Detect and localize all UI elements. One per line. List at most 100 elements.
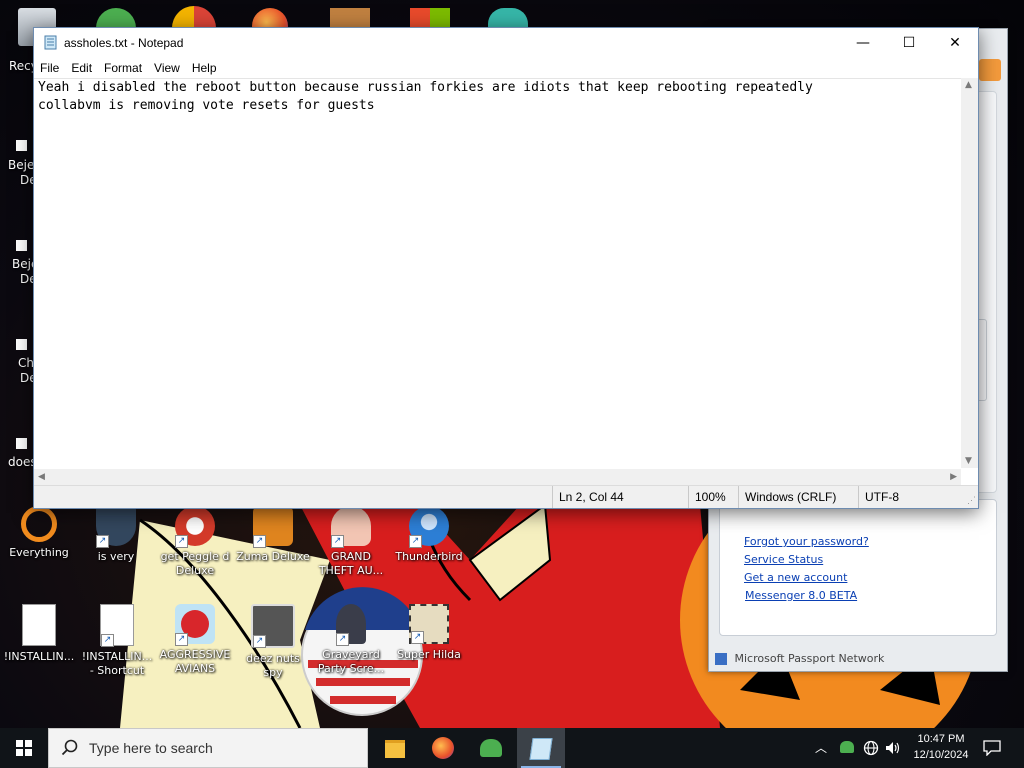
document-icon: ↗: [100, 604, 134, 647]
menu-file[interactable]: File: [34, 58, 65, 78]
network-icon[interactable]: [863, 740, 879, 756]
shortcut-arrow-icon: [16, 438, 27, 449]
maximize-button[interactable]: ☐: [886, 28, 932, 58]
text-editor-area[interactable]: Yeah i disabled the reboot button becaus…: [34, 78, 978, 468]
desktop-icon-label: AGGRESSIVE AVIANS: [159, 648, 231, 675]
taskbar-firefox[interactable]: [419, 728, 467, 768]
desktop-icon-label: Graveyard Party Scre...: [317, 648, 385, 675]
search-box[interactable]: Type here to search: [48, 728, 368, 768]
desktop-icon-peggle[interactable]: ↗ get Peggle d Deluxe: [157, 506, 233, 578]
menu-format[interactable]: Format: [98, 58, 148, 78]
forgot-password-link[interactable]: Forgot your password?: [744, 535, 869, 548]
notification-icon[interactable]: [983, 740, 1001, 756]
desktop-icon-super-hilda[interactable]: ↗ Super Hilda: [391, 604, 467, 662]
chevron-up-icon[interactable]: ︿: [815, 728, 827, 768]
shortcut-arrow-icon: ↗: [331, 535, 344, 548]
passport-icon: [715, 653, 727, 665]
windows-logo-icon: [16, 740, 32, 756]
zuma-icon: ↗: [253, 506, 293, 548]
desktop-icon-aggressive-avians[interactable]: ↗ AGGRESSIVE AVIANS: [157, 604, 233, 676]
desktop-icon-gta[interactable]: ↗ GRAND THEFT AU...: [313, 506, 389, 578]
shortcut-arrow-icon: [16, 240, 27, 251]
desktop-icon-label: is very: [97, 550, 135, 563]
desktop-icon-deez-nuts-spy[interactable]: ↗ deez nuts spy: [235, 604, 311, 680]
menu-help[interactable]: Help: [186, 58, 223, 78]
start-button[interactable]: [0, 728, 48, 768]
shortcut-arrow-icon: ↗: [336, 633, 349, 646]
firefox-icon: [432, 737, 454, 759]
minimize-button[interactable]: —: [840, 28, 886, 58]
desktop-icon-label: !INSTALLIN...: [3, 650, 75, 663]
status-line-endings: Windows (CRLF): [738, 486, 855, 508]
scroll-left-icon[interactable]: ◀: [38, 472, 45, 482]
clock[interactable]: 10:47 PM 12/10/2024: [906, 731, 976, 763]
notepad-icon: [44, 35, 57, 50]
passport-footer: Microsoft Passport Network: [715, 652, 884, 665]
shortcut-arrow-icon: [16, 339, 27, 350]
scroll-down-icon[interactable]: ▼: [965, 456, 972, 466]
shortcut-arrow-icon: ↗: [96, 535, 109, 548]
voted-sticker-icon: ↗: [336, 604, 366, 646]
desktop-icon-label: !INSTALLIN... - Shortcut: [81, 650, 153, 677]
notepad-icon: [529, 738, 553, 760]
thunderbird-icon: ↗: [409, 506, 449, 548]
window-title: assholes.txt - Notepad: [64, 36, 184, 50]
messenger-beta-link[interactable]: Messenger 8.0 BETA: [745, 589, 857, 602]
desktop-icon-graveyard[interactable]: ↗ Graveyard Party Scre...: [313, 604, 389, 676]
horizontal-scrollbar[interactable]: ◀ ▶: [34, 469, 961, 486]
status-position: Ln 2, Col 44: [552, 486, 683, 508]
desktop-icon-everything[interactable]: Everything: [1, 506, 77, 560]
taskbar-messenger[interactable]: [467, 728, 515, 768]
desktop-icon-label: Zuma Deluxe: [236, 550, 310, 563]
vertical-scrollbar[interactable]: ▲ ▼: [961, 78, 978, 468]
pixel-dog-icon: ↗: [409, 604, 449, 644]
desktop-icon-installing-shortcut[interactable]: ↗ !INSTALLIN... - Shortcut: [79, 604, 155, 678]
search-icon: [61, 739, 78, 756]
messenger-orange-button[interactable]: [979, 59, 1001, 81]
clock-time: 10:47 PM: [917, 733, 965, 745]
messenger-tray-icon[interactable]: [840, 741, 854, 753]
desktop-icon-label: get Peggle d Deluxe: [160, 550, 230, 577]
taskbar-notepad[interactable]: [517, 728, 565, 768]
menu-edit[interactable]: Edit: [65, 58, 98, 78]
desktop-icon-zuma[interactable]: ↗ Zuma Deluxe: [235, 506, 311, 564]
desktop-icon-label: Thunderbird: [395, 550, 463, 563]
status-encoding: UTF-8: [858, 486, 945, 508]
edge-label: Ch: [18, 356, 34, 370]
shortcut-arrow-icon: ↗: [175, 633, 188, 646]
desktop-icon-thunderbird[interactable]: ↗ Thunderbird: [391, 506, 467, 564]
notepad-titlebar[interactable]: assholes.txt - Notepad — ☐ ✕: [34, 28, 978, 58]
messenger-links-panel: Forgot your password? Service Status Get…: [719, 499, 997, 636]
desktop-icon-label: Super Hilda: [397, 648, 461, 661]
desktop-icon-label: deez nuts spy: [246, 652, 300, 679]
shortcut-arrow-icon: ↗: [411, 631, 424, 644]
angry-bird-icon: ↗: [175, 604, 215, 646]
desktop-icon-label: Everything: [9, 546, 69, 559]
anime-girl-icon: ↗: [331, 506, 371, 548]
close-button[interactable]: ✕: [932, 28, 978, 58]
volume-icon[interactable]: [885, 740, 901, 756]
menu-bar: File Edit Format View Help: [34, 58, 978, 78]
shortcut-arrow-icon: ↗: [253, 635, 266, 648]
shield-icon: ↗: [96, 506, 136, 548]
passport-label: Microsoft Passport Network: [734, 652, 885, 665]
get-new-account-link[interactable]: Get a new account: [744, 571, 847, 584]
service-status-link[interactable]: Service Status: [744, 553, 823, 566]
scroll-up-icon[interactable]: ▲: [965, 80, 972, 90]
resize-grip-icon[interactable]: ⋰: [967, 495, 976, 506]
shortcut-arrow-icon: ↗: [175, 535, 188, 548]
peggle-icon: ↗: [175, 506, 215, 548]
menu-view[interactable]: View: [148, 58, 186, 78]
notepad-window: assholes.txt - Notepad — ☐ ✕ File Edit For…: [33, 27, 979, 509]
messenger-icon: [480, 739, 502, 757]
status-zoom: 100%: [688, 486, 739, 508]
scroll-right-icon[interactable]: ▶: [950, 472, 957, 482]
document-text[interactable]: Yeah i disabled the reboot button becaus…: [38, 79, 813, 115]
taskbar-file-explorer[interactable]: [371, 728, 419, 768]
clock-date: 12/10/2024: [913, 749, 969, 761]
status-bar: Ln 2, Col 44 100% Windows (CRLF) UTF-8 ⋰: [34, 485, 978, 508]
search-placeholder: Type here to search: [89, 740, 213, 756]
desktop-icon-is-very[interactable]: ↗ is very: [78, 506, 154, 564]
desktop-icon-installing[interactable]: !INSTALLIN...: [1, 604, 77, 664]
windows-stack-icon: ↗: [251, 604, 295, 648]
